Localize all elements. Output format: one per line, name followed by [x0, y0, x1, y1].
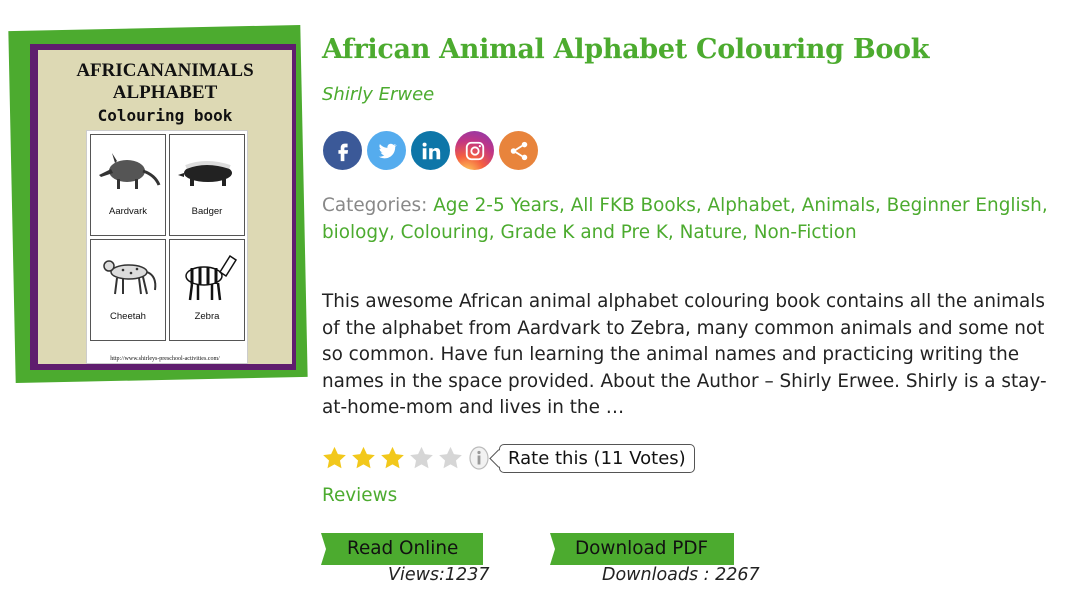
category-link[interactable]: Non-Fiction: [754, 222, 857, 243]
twitter-share-button[interactable]: [367, 131, 406, 170]
zebra-drawing: [185, 254, 238, 301]
cover-card-label: Cheetah: [110, 311, 146, 322]
cover-card-aardvark: Aardvark: [90, 134, 166, 236]
cover-title: AFRICANANIMALS ALPHABET: [38, 60, 292, 104]
share-icon: [510, 141, 527, 160]
cover-card-badger: Badger: [169, 134, 245, 236]
categories-label: Categories:: [322, 195, 428, 216]
star-icon[interactable]: [436, 444, 465, 472]
cover-card-zebra: Zebra: [169, 239, 245, 341]
star-icon[interactable]: [349, 444, 378, 472]
instagram-icon: [465, 141, 484, 160]
book-cover[interactable]: AFRICANANIMALS ALPHABET Colouring book A…: [8, 24, 308, 384]
star-rating: Rate this (11 Votes): [320, 443, 695, 473]
category-link[interactable]: Colouring: [401, 222, 489, 243]
aardvark-drawing: [99, 153, 161, 189]
cover-card-cheetah: Cheetah: [90, 239, 166, 341]
category-link[interactable]: Animals: [802, 195, 875, 216]
category-link[interactable]: All FKB Books: [571, 195, 696, 216]
book-title[interactable]: African Animal Alphabet Colouring Book: [322, 32, 929, 68]
category-link[interactable]: Age 2-5 Years: [433, 195, 559, 216]
rate-this-tooltip: Rate this (11 Votes): [499, 443, 695, 473]
share-more-button[interactable]: [499, 131, 538, 170]
facebook-icon: [337, 143, 348, 161]
star-icon[interactable]: [407, 444, 436, 472]
author-link[interactable]: Shirly Erwee: [322, 84, 434, 105]
cover-title-line2: ALPHABET: [112, 82, 218, 103]
linkedin-share-button[interactable]: [411, 131, 450, 170]
facebook-share-button[interactable]: [323, 131, 362, 170]
downloads-count: Downloads : 2267: [602, 565, 760, 585]
star-icon[interactable]: [320, 444, 349, 472]
cover-page: AFRICANANIMALS ALPHABET Colouring book A…: [38, 50, 292, 364]
cover-title-line1: AFRICANANIMALS: [76, 60, 254, 81]
instagram-share-button[interactable]: [455, 131, 494, 170]
category-link[interactable]: Grade K and Pre K: [501, 222, 668, 243]
cover-card-label: Zebra: [194, 311, 220, 322]
download-pdf-button[interactable]: Download PDF: [550, 533, 734, 565]
badger-drawing: [178, 161, 232, 186]
category-link[interactable]: Nature: [680, 222, 742, 243]
twitter-icon: [378, 143, 397, 158]
cheetah-drawing: [103, 260, 157, 295]
reviews-link[interactable]: Reviews: [322, 485, 397, 506]
cover-url: http://www.shirleys-preschool-activities…: [110, 356, 220, 362]
social-share-bar: [323, 131, 538, 170]
category-link[interactable]: Beginner English: [887, 195, 1042, 216]
cover-card-label: Aardvark: [108, 206, 147, 217]
cover-subtitle: Colouring book: [97, 106, 233, 125]
linkedin-icon: [422, 142, 440, 159]
categories: Categories: Age 2-5 Years, All FKB Books…: [322, 195, 1048, 243]
cover-card-grid: Aardvark Badger Cheetah Zebra: [86, 130, 248, 364]
read-online-button[interactable]: Read Online: [321, 533, 483, 565]
views-count: Views:1237: [388, 565, 490, 585]
cover-card-label: Badger: [191, 206, 223, 217]
star-icon[interactable]: [378, 444, 407, 472]
book-description: This awesome African animal alphabet col…: [322, 291, 1047, 419]
info-icon[interactable]: [469, 446, 489, 470]
category-link[interactable]: Alphabet: [708, 195, 791, 216]
category-link[interactable]: biology: [322, 222, 389, 243]
